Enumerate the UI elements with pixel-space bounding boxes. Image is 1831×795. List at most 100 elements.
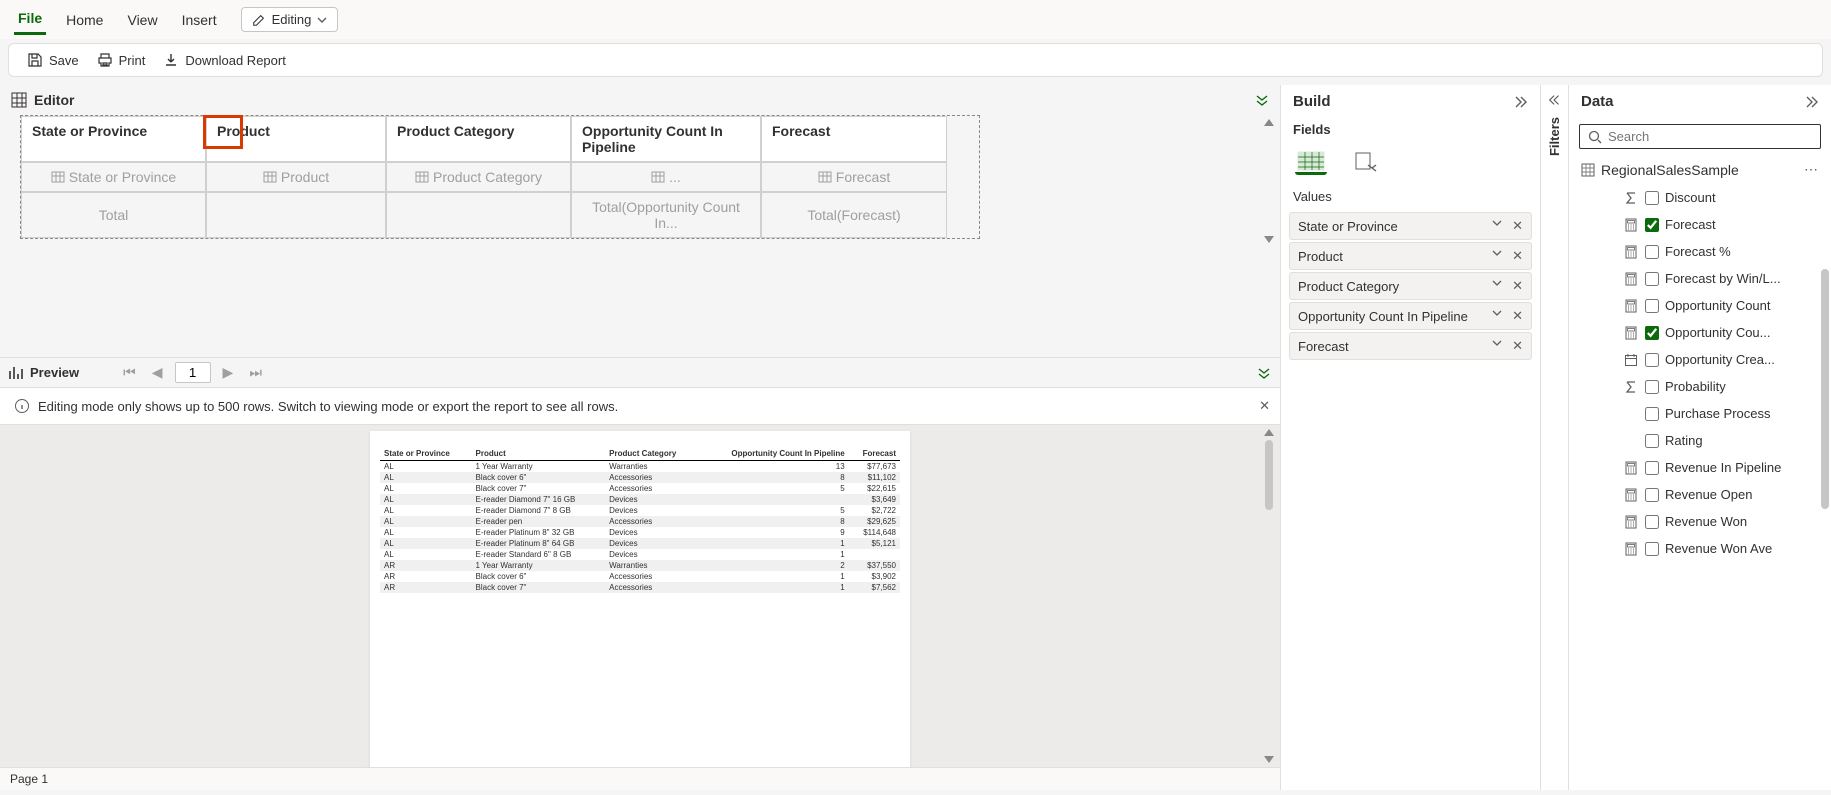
next-page-button[interactable]: ▶ (219, 362, 238, 383)
field-row[interactable]: Probability (1577, 373, 1823, 400)
col-header-category[interactable]: Product Category (386, 116, 571, 162)
collapse-data-icon[interactable] (1803, 95, 1819, 109)
total-forecast[interactable]: Total(Forecast) (761, 192, 947, 238)
field-placeholder-state[interactable]: State or Province (21, 162, 206, 192)
collapse-editor-icon[interactable] (1254, 92, 1270, 108)
field-row[interactable]: Opportunity Count (1577, 292, 1823, 319)
dataset-header[interactable]: RegionalSalesSample ⋯ (1569, 155, 1831, 184)
table-row[interactable]: ALE-reader Diamond 7" 8 GBDevices5$2,722 (380, 505, 900, 516)
field-placeholder-product[interactable]: Product (206, 162, 386, 192)
field-placeholder-category[interactable]: Product Category (386, 162, 571, 192)
total-label[interactable]: Total (21, 192, 206, 238)
field-checkbox[interactable] (1645, 218, 1659, 232)
save-button[interactable]: Save (27, 52, 79, 68)
col-header-product[interactable]: Product (206, 116, 386, 162)
table-row[interactable]: ARBlack cover 7"Accessories1$7,562 (380, 582, 900, 593)
preview-scrollbar[interactable] (1260, 425, 1278, 767)
table-row[interactable]: ALBlack cover 6"Accessories8$11,102 (380, 472, 900, 483)
field-checkbox[interactable] (1645, 542, 1659, 556)
field-row[interactable]: Forecast (1577, 211, 1823, 238)
value-pill[interactable]: State or Province✕ (1289, 212, 1532, 240)
chevron-down-icon[interactable] (1492, 218, 1502, 234)
field-row[interactable]: Opportunity Crea... (1577, 346, 1823, 373)
field-placeholder-forecast[interactable]: Forecast (761, 162, 947, 192)
close-info-button[interactable]: ✕ (1259, 398, 1270, 414)
expand-filters-icon[interactable] (1548, 93, 1562, 107)
table-row[interactable]: ALE-reader Platinum 8" 64 GBDevices1$5,1… (380, 538, 900, 549)
table-row[interactable]: ALE-reader Diamond 7" 16 GBDevices$3,649 (380, 494, 900, 505)
table-row[interactable]: ARBlack cover 6"Accessories1$3,902 (380, 571, 900, 582)
field-checkbox[interactable] (1645, 488, 1659, 502)
scroll-thumb[interactable] (1265, 440, 1273, 510)
menu-view[interactable]: View (123, 6, 161, 34)
total-oppcount[interactable]: Total(Opportunity Count In... (571, 192, 761, 238)
table-row[interactable]: ALE-reader penAccessories8$29,625 (380, 516, 900, 527)
field-row[interactable]: Opportunity Cou... (1577, 319, 1823, 346)
table-mode-icon[interactable] (1295, 149, 1327, 175)
field-row[interactable]: Revenue Won Ave (1577, 535, 1823, 562)
menu-insert[interactable]: Insert (178, 6, 221, 34)
last-page-button[interactable]: ⏭ (245, 362, 266, 383)
remove-icon[interactable]: ✕ (1512, 248, 1523, 264)
page-input[interactable] (175, 362, 211, 383)
field-checkbox[interactable] (1645, 380, 1659, 394)
col-header-state[interactable]: State or Province (21, 116, 206, 162)
field-row[interactable]: Revenue Open (1577, 481, 1823, 508)
filters-tab[interactable]: Filters (1541, 85, 1569, 790)
design-table[interactable]: State or Province Product Product Catego… (20, 115, 980, 239)
collapse-preview-icon[interactable] (1256, 365, 1272, 381)
print-button[interactable]: Print (97, 52, 146, 68)
field-checkbox[interactable] (1645, 245, 1659, 259)
scroll-up-icon[interactable] (1264, 429, 1274, 436)
value-pill[interactable]: Product Category✕ (1289, 272, 1532, 300)
first-page-button[interactable]: ⏮ (119, 362, 140, 383)
scroll-down-icon[interactable] (1264, 756, 1274, 763)
field-checkbox[interactable] (1645, 326, 1659, 340)
col-header-oppcount[interactable]: Opportunity Count In Pipeline (571, 116, 761, 162)
remove-icon[interactable]: ✕ (1512, 338, 1523, 354)
table-row[interactable]: AR1 Year WarrantyWarranties2$37,550 (380, 560, 900, 571)
field-placeholder-oppcount[interactable]: ... (571, 162, 761, 192)
scroll-down-icon[interactable] (1264, 236, 1274, 243)
table-row[interactable]: ALE-reader Standard 6" 8 GBDevices1 (380, 549, 900, 560)
col-header-forecast[interactable]: Forecast (761, 116, 947, 162)
scroll-up-icon[interactable] (1264, 119, 1274, 126)
value-pill[interactable]: Opportunity Count In Pipeline✕ (1289, 302, 1532, 330)
field-row[interactable]: Purchase Process (1577, 400, 1823, 427)
menu-file[interactable]: File (14, 4, 46, 35)
scroll-thumb[interactable] (1821, 269, 1829, 509)
field-checkbox[interactable] (1645, 191, 1659, 205)
field-row[interactable]: Discount (1577, 184, 1823, 211)
remove-icon[interactable]: ✕ (1512, 308, 1523, 324)
download-button[interactable]: Download Report (163, 52, 285, 68)
field-checkbox[interactable] (1645, 515, 1659, 529)
formula-mode-icon[interactable] (1351, 149, 1383, 175)
chevron-down-icon[interactable] (1492, 248, 1502, 264)
table-row[interactable]: AL1 Year WarrantyWarranties13$77,673 (380, 461, 900, 473)
remove-icon[interactable]: ✕ (1512, 278, 1523, 294)
field-row[interactable]: Forecast by Win/L... (1577, 265, 1823, 292)
chevron-down-icon[interactable] (1492, 308, 1502, 324)
chevron-down-icon[interactable] (1492, 338, 1502, 354)
editor-canvas[interactable]: State or Province Product Product Catego… (0, 115, 1280, 247)
value-pill[interactable]: Forecast✕ (1289, 332, 1532, 360)
search-box[interactable] (1579, 124, 1821, 149)
editor-scrollbar[interactable] (1260, 115, 1278, 247)
field-checkbox[interactable] (1645, 407, 1659, 421)
table-row[interactable]: ALE-reader Platinum 8" 32 GBDevices9$114… (380, 527, 900, 538)
field-row[interactable]: Forecast % (1577, 238, 1823, 265)
menu-home[interactable]: Home (62, 6, 107, 34)
chevron-down-icon[interactable] (1492, 278, 1502, 294)
search-input[interactable] (1608, 129, 1812, 144)
field-checkbox[interactable] (1645, 434, 1659, 448)
field-row[interactable]: Revenue Won (1577, 508, 1823, 535)
data-scrollbar[interactable] (1821, 265, 1831, 505)
field-checkbox[interactable] (1645, 299, 1659, 313)
remove-icon[interactable]: ✕ (1512, 218, 1523, 234)
field-checkbox[interactable] (1645, 272, 1659, 286)
prev-page-button[interactable]: ◀ (148, 362, 167, 383)
value-pill[interactable]: Product✕ (1289, 242, 1532, 270)
field-row[interactable]: Revenue In Pipeline (1577, 454, 1823, 481)
collapse-build-icon[interactable] (1512, 95, 1528, 109)
field-checkbox[interactable] (1645, 461, 1659, 475)
